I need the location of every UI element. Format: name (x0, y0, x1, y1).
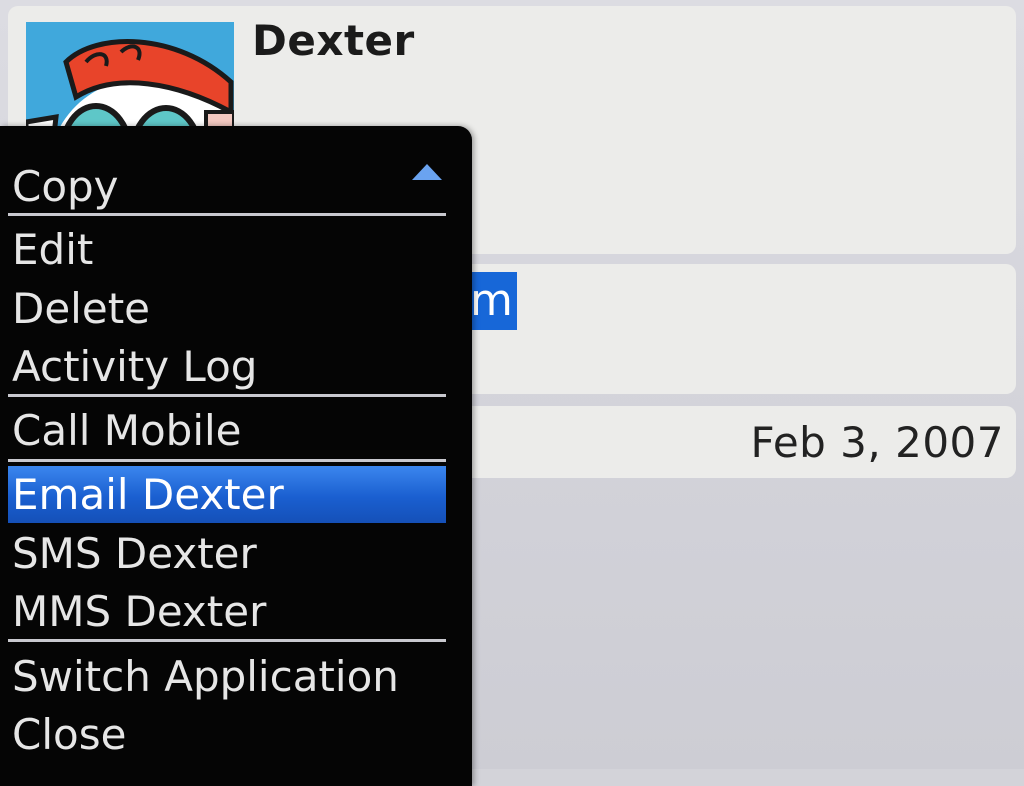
menu-item-switch-application[interactable]: Switch Application (8, 649, 446, 705)
date-value: Feb 3, 2007 (750, 418, 1004, 467)
menu-item-delete[interactable]: Delete (8, 281, 446, 337)
contact-details-screen: Dexter m Feb 3, 2007 Copy Edit Delete Ac… (0, 0, 1024, 786)
menu-item-copy[interactable]: Copy (8, 159, 446, 215)
email-field-highlighted-text[interactable]: m (468, 272, 517, 330)
contact-name: Dexter (252, 16, 415, 65)
menu-item-call-mobile[interactable]: Call Mobile (8, 403, 446, 459)
menu-item-close[interactable]: Close (8, 707, 446, 763)
menu-item-edit[interactable]: Edit (8, 222, 446, 278)
menu-separator (8, 459, 446, 462)
menu-item-email-dexter[interactable]: Email Dexter (8, 466, 446, 523)
context-menu: Copy Edit Delete Activity Log Call Mobil… (0, 126, 472, 786)
menu-separator (8, 639, 446, 642)
menu-separator (8, 394, 446, 397)
menu-item-mms-dexter[interactable]: MMS Dexter (8, 584, 446, 640)
menu-separator (8, 213, 446, 216)
menu-item-sms-dexter[interactable]: SMS Dexter (8, 526, 446, 582)
menu-item-activity-log[interactable]: Activity Log (8, 339, 446, 395)
